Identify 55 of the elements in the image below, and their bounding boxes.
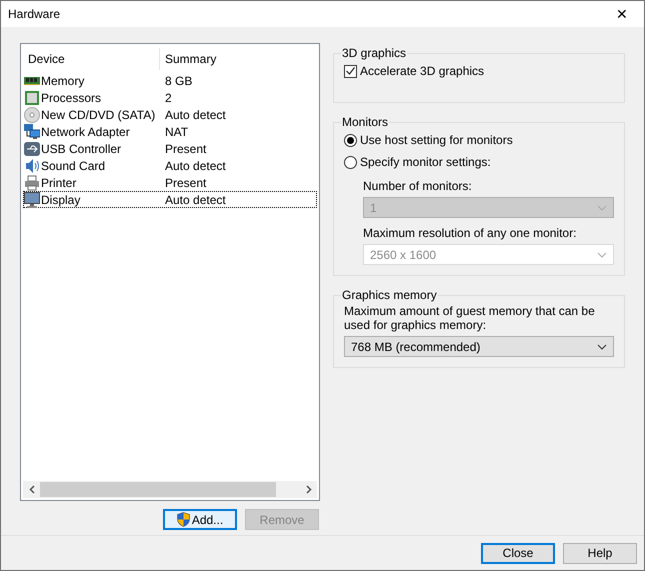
device-name: USB Controller [41,142,122,156]
scroll-right-icon[interactable] [306,485,312,494]
device-summary: 8 GB [164,74,192,88]
processor-chip-icon [24,90,40,106]
scroll-left-icon[interactable] [28,485,34,494]
checkbox-option[interactable]: Accelerate 3D graphics [344,62,614,80]
radio-option[interactable]: Specify monitor settings: [344,153,614,171]
device-summary: Auto detect [164,158,226,172]
device-row[interactable]: New CD/DVD (SATA) Auto detect [23,106,317,123]
graphics-memory-dropdown[interactable]: 768 MB (recommended) [344,336,614,357]
group-title: 3D graphics [341,46,408,60]
device-row[interactable]: USB Controller Present [23,140,317,157]
printer-icon [24,174,40,190]
horizontal-scrollbar[interactable] [23,481,317,498]
field-label: Maximum amount of guest memory that can be used for graphics memory: [344,304,596,332]
field-label: Maximum resolution of any one monitor: [363,226,578,240]
device-name: Network Adapter [41,124,130,138]
usb-icon [24,140,40,156]
device-name: Display [41,192,80,206]
device-summary: NAT [164,124,188,138]
device-row[interactable]: Network Adapter NAT [23,123,317,140]
radio-button[interactable] [344,134,357,146]
group-title: Graphics memory [341,288,438,302]
device-summary: Present [164,176,206,190]
dialog-button[interactable]: Help [563,542,637,564]
device-row[interactable]: Printer Present [23,174,317,191]
device-row[interactable]: Sound Card Auto detect [23,157,317,174]
column-header[interactable]: Device [23,48,159,70]
device-name: Printer [41,176,76,190]
disc-icon [24,106,40,122]
monitor-icon [24,192,40,208]
close-button[interactable]: ✕ [600,1,644,27]
checkbox[interactable] [344,64,357,78]
radio-option[interactable]: Use host setting for monitors [344,131,614,149]
device-summary: 2 [164,90,172,104]
column-header[interactable]: Summary [159,48,317,70]
device-name: Processors [41,90,102,104]
device-summary: Auto detect [164,108,226,122]
device-summary: Present [164,142,206,156]
dialog-button[interactable]: Close [481,542,555,564]
device-name: Sound Card [41,158,106,172]
window-title: Hardware [8,7,60,21]
list-action-button[interactable]: Add... [163,509,237,530]
device-name: Memory [41,74,84,88]
radio-button[interactable] [344,156,357,168]
device-row[interactable]: Display Auto detect [23,191,317,208]
network-computers-icon [24,124,40,140]
field-label: Number of monitors: [363,179,473,193]
device-row[interactable]: Processors 2 [23,89,317,106]
device-summary: Auto detect [164,192,226,206]
speaker-icon [24,158,40,174]
group-title: Monitors [341,115,390,129]
device-name: New CD/DVD (SATA) [41,108,156,122]
device-row[interactable]: Memory 8 GB [23,72,317,89]
scrollbar-thumb[interactable] [40,482,276,497]
